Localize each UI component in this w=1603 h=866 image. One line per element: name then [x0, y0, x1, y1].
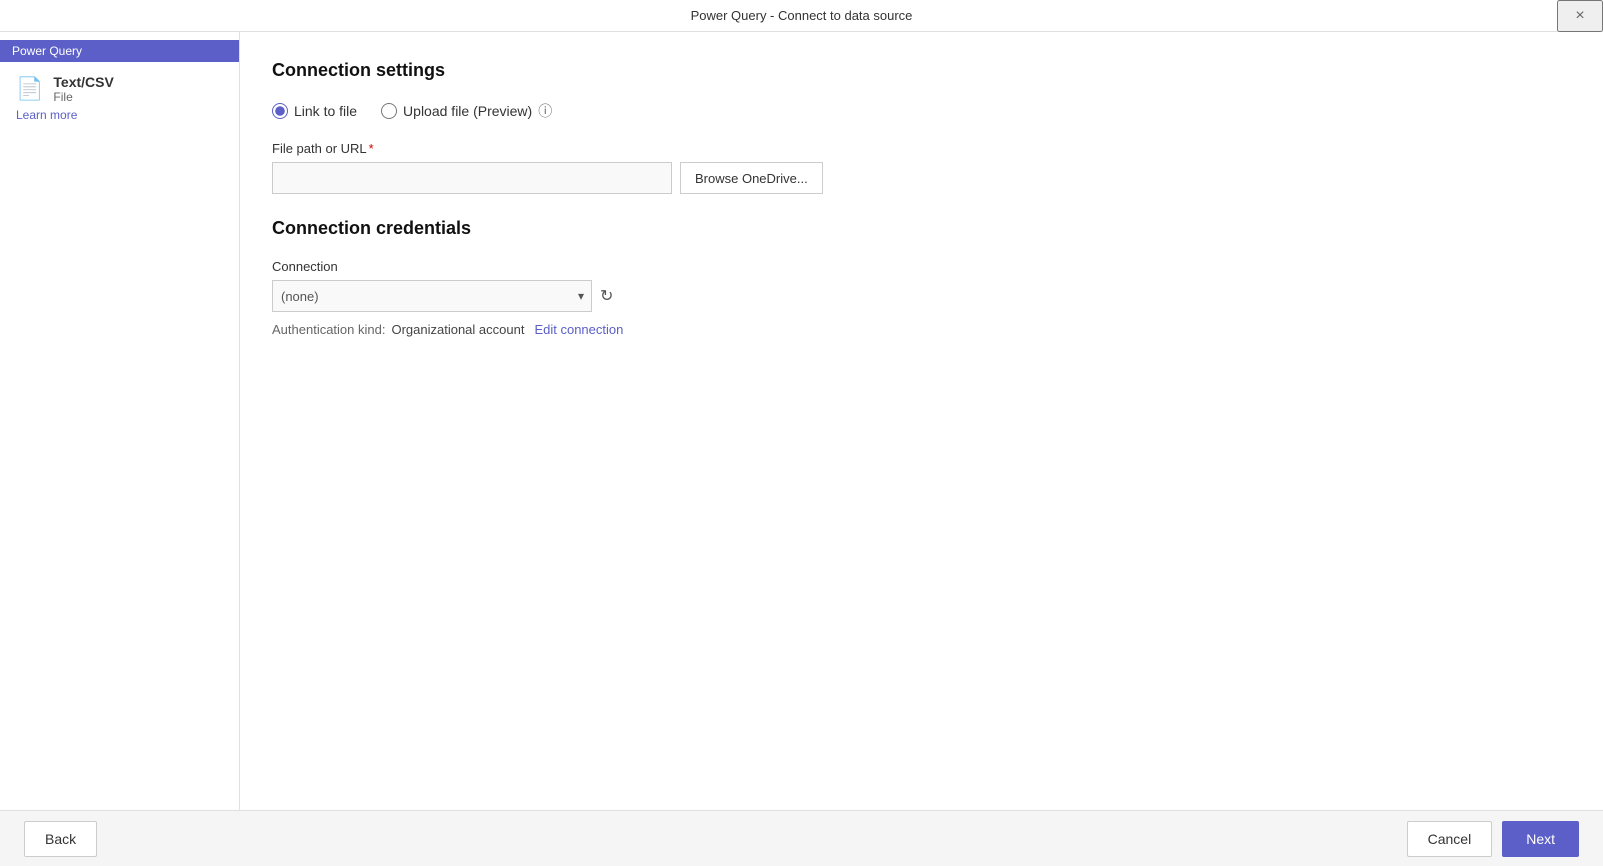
learn-more-link[interactable]: Learn more: [16, 108, 239, 130]
credentials-title: Connection credentials: [272, 218, 1571, 239]
edit-connection-link[interactable]: Edit connection: [534, 322, 623, 337]
auth-kind-value: Organizational account: [391, 322, 524, 337]
upload-file-radio[interactable]: [381, 103, 397, 119]
browse-onedrive-button[interactable]: Browse OneDrive...: [680, 162, 823, 194]
file-mode-radio-group: Link to file Upload file (Preview) ⓘ: [272, 101, 1571, 121]
main-layout: Power Query 📄 Text/CSV File Learn more C…: [0, 32, 1603, 810]
auth-kind-row: Authentication kind: Organizational acco…: [272, 322, 1571, 337]
connection-row: (none) ↻: [272, 280, 1571, 312]
connection-select-wrapper[interactable]: (none): [272, 280, 592, 312]
credentials-section: Connection credentials Connection (none)…: [272, 218, 1571, 337]
title-bar: Power Query - Connect to data source ×: [0, 0, 1603, 32]
footer-right: Cancel Next: [1407, 821, 1579, 857]
window-title: Power Query - Connect to data source: [691, 8, 913, 23]
refresh-icon[interactable]: ↻: [600, 286, 613, 306]
file-path-label: File path or URL*: [272, 141, 1571, 156]
footer: Back Cancel Next: [0, 810, 1603, 866]
upload-file-label: Upload file (Preview): [403, 103, 532, 119]
upload-file-radio-label[interactable]: Upload file (Preview) ⓘ: [381, 101, 552, 121]
connection-select[interactable]: (none): [272, 280, 592, 312]
sidebar-header: Power Query: [0, 40, 239, 62]
link-to-file-radio[interactable]: [272, 103, 288, 119]
link-to-file-radio-label[interactable]: Link to file: [272, 103, 357, 119]
cancel-button[interactable]: Cancel: [1407, 821, 1493, 857]
next-button[interactable]: Next: [1502, 821, 1579, 857]
connection-settings-title: Connection settings: [272, 60, 1571, 81]
sidebar-item-info: Text/CSV File: [53, 74, 113, 104]
content-area: Connection settings Link to file Upload …: [240, 32, 1603, 810]
file-path-field: File path or URL* Browse OneDrive...: [272, 141, 1571, 194]
link-to-file-label: Link to file: [294, 103, 357, 119]
file-path-input[interactable]: [272, 162, 672, 194]
close-button[interactable]: ×: [1557, 0, 1603, 32]
info-icon[interactable]: ⓘ: [538, 101, 552, 121]
back-button[interactable]: Back: [24, 821, 97, 857]
required-star: *: [369, 141, 374, 156]
auth-kind-label: Authentication kind:: [272, 322, 385, 337]
file-path-row: Browse OneDrive...: [272, 162, 1571, 194]
file-icon: 📄: [16, 76, 43, 102]
sidebar-item-subtitle: File: [53, 90, 113, 104]
sidebar-item-title: Text/CSV: [53, 74, 113, 90]
footer-left: Back: [24, 821, 97, 857]
connection-label: Connection: [272, 259, 1571, 274]
sidebar: Power Query 📄 Text/CSV File Learn more: [0, 32, 240, 810]
